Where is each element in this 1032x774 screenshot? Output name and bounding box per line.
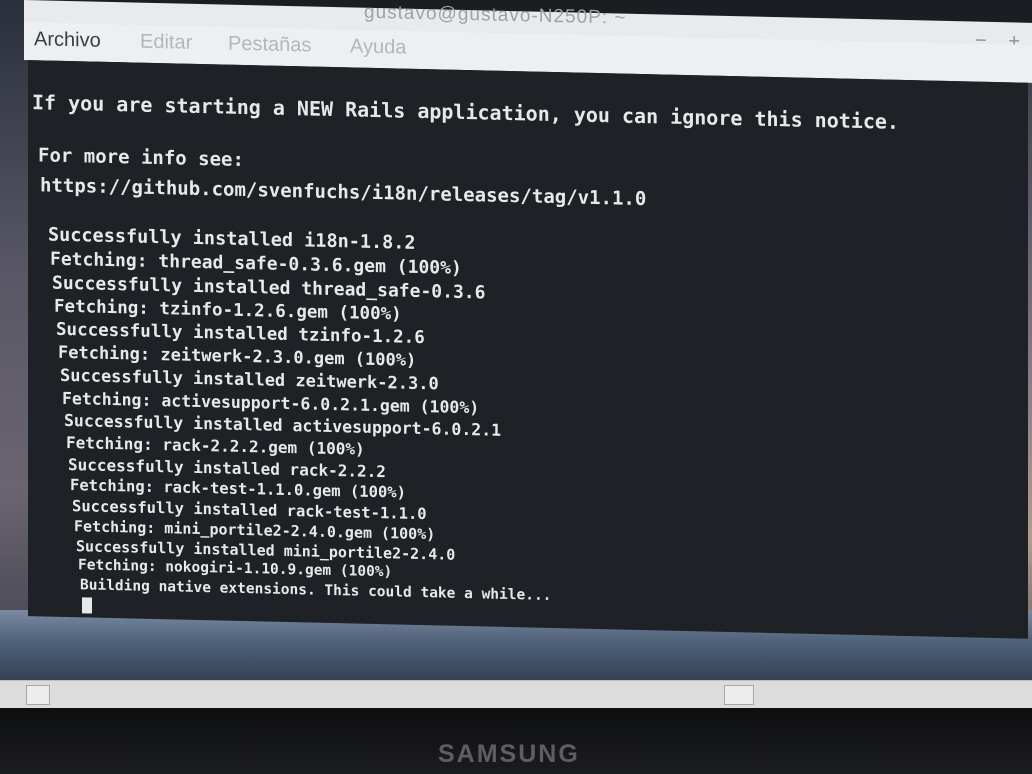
menu-archivo[interactable]: Archivo — [34, 28, 101, 53]
terminal-window: gustavo@gustavo-N250P: ~ − + Archivo Edi… — [24, 0, 1032, 643]
terminal-line: Building native extensions. This could t… — [80, 577, 552, 604]
taskbar — [0, 680, 1032, 709]
monitor-brand-logo: SAMSUNG — [438, 740, 580, 768]
window-title: gustavo@gustavo-N250P: ~ — [364, 1, 627, 29]
terminal-line: Fetching: rack-2.2.2.gem (100%) — [66, 432, 365, 459]
menu-pestanas[interactable]: Pestañas — [228, 33, 311, 58]
terminal-line: If you are starting a NEW Rails applicat… — [32, 90, 899, 134]
terminal-output[interactable]: If you are starting a NEW Rails applicat… — [28, 60, 1028, 639]
show-desktop-button[interactable] — [26, 685, 50, 705]
terminal-line: For more info see: — [38, 144, 244, 171]
taskbar-button[interactable] — [724, 685, 754, 705]
menu-ayuda[interactable]: Ayuda — [350, 35, 406, 59]
menu-editar[interactable]: Editar — [140, 31, 192, 55]
terminal-line: https://github.com/svenfuchs/i18n/releas… — [40, 174, 647, 211]
terminal-cursor — [82, 597, 92, 614]
